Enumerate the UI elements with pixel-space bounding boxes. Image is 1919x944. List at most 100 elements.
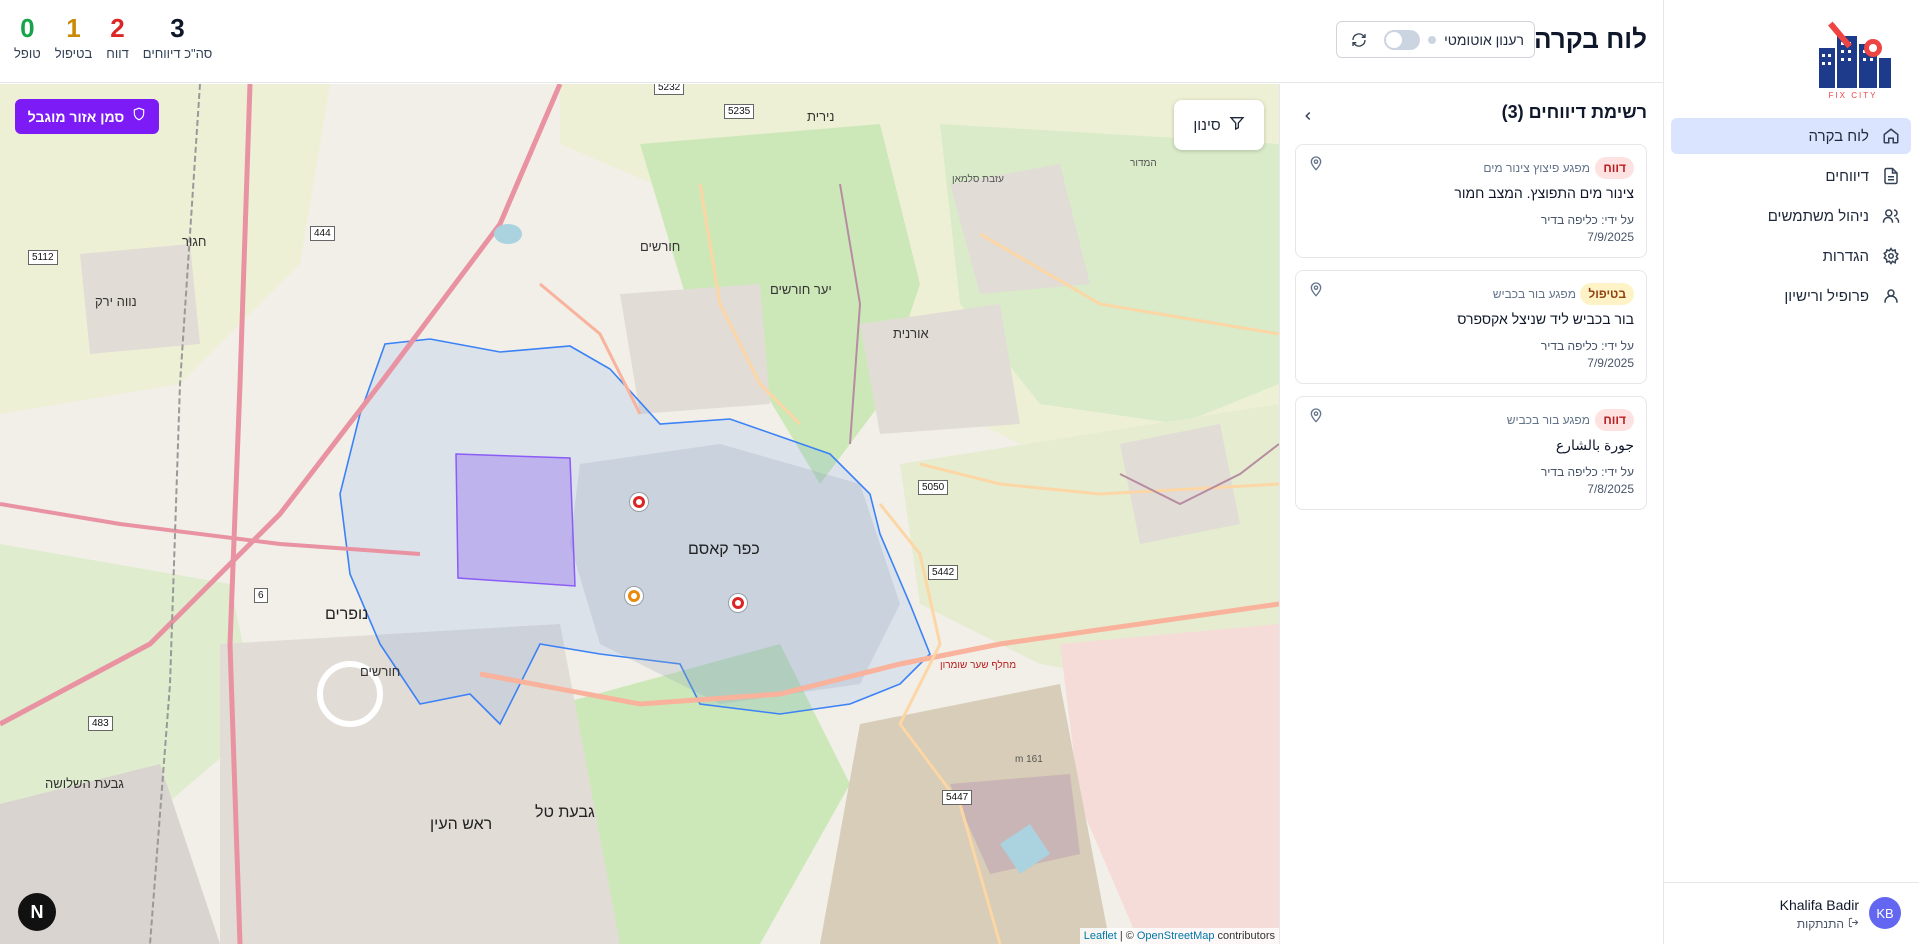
sidebar-item-label: הגדרות bbox=[1822, 247, 1869, 265]
logout-button[interactable]: התנתקות bbox=[1797, 917, 1859, 931]
page-title: לוח בקרה bbox=[1533, 24, 1647, 54]
report-card[interactable]: בטיפול מפגע בור בכביש בור בכביש ליד שניצ… bbox=[1295, 270, 1647, 384]
auto-refresh-label: רענון אוטומטי bbox=[1444, 31, 1524, 48]
map-label-oranit: אורנית bbox=[893, 326, 929, 341]
report-marker[interactable] bbox=[729, 594, 747, 612]
report-marker[interactable] bbox=[630, 493, 648, 511]
panel-title: רשימת דיווחים (3) bbox=[1501, 102, 1647, 122]
location-pin-icon[interactable] bbox=[1308, 281, 1326, 299]
road-shield: 5235 bbox=[724, 104, 755, 119]
report-date: 7/8/2025 bbox=[1587, 482, 1634, 496]
report-card[interactable]: דווח מפגע בור בכביש جورة بالشارع על ידי:… bbox=[1295, 396, 1647, 510]
stat-in-progress: 1 בטיפול bbox=[55, 12, 93, 61]
map-tiles bbox=[0, 84, 1279, 944]
report-author: על ידי: כליפה בדיר bbox=[1540, 465, 1634, 479]
road-shield: 5112 bbox=[28, 250, 58, 265]
sidebar-item-label: לוח בקרה bbox=[1808, 127, 1869, 145]
users-icon bbox=[1881, 206, 1901, 226]
road-shield: 483 bbox=[88, 716, 113, 731]
stat-label: בטיפול bbox=[54, 46, 93, 61]
report-title: جورة بالشارع bbox=[1555, 437, 1634, 453]
location-pin-icon[interactable] bbox=[1308, 407, 1326, 425]
map-label-horshim: חורשים bbox=[360, 664, 401, 679]
road-shield: 5050 bbox=[918, 480, 949, 495]
sidebar-item-label: דיווחים bbox=[1825, 167, 1869, 185]
map-label-junction: מחלף שער שומרון bbox=[940, 660, 1017, 671]
stat-label: דווח bbox=[106, 46, 129, 61]
report-title: בור בכביש ליד שניצל אקספרס bbox=[1457, 311, 1634, 327]
user-icon bbox=[1881, 286, 1901, 306]
svg-text:FIX CITY: FIX CITY bbox=[1829, 91, 1878, 100]
map-label-forest: יער חורשים bbox=[770, 282, 832, 297]
map-label-elevation: 161 m bbox=[1015, 754, 1043, 765]
report-card[interactable]: דווח מפגע פיצוץ צינור מים צינור מים התפו… bbox=[1295, 144, 1647, 258]
sidebar: FIX CITY לוח בקרה דיווחים ניהול משתמשים bbox=[1663, 0, 1919, 944]
report-date: 7/9/2025 bbox=[1587, 230, 1634, 244]
attribution-contributors: contributors bbox=[1217, 930, 1275, 942]
report-category: מפגע בור בכביש bbox=[1506, 413, 1590, 427]
map-label-nirit: נירית bbox=[807, 109, 835, 124]
auto-refresh-toggle[interactable] bbox=[1384, 29, 1421, 50]
sidebar-item-label: ניהול משתמשים bbox=[1767, 207, 1869, 225]
report-title: צינור מים התפוצץ. המצב חמור bbox=[1454, 185, 1634, 201]
map-label-rosh-haayin: ראש העין bbox=[430, 816, 493, 833]
logout-label: התנתקות bbox=[1796, 917, 1844, 931]
map-label-azza: עזבת סלמאן bbox=[952, 174, 1004, 185]
map[interactable]: כפר קאסם נופרים חורשים חורשים נירית יער … bbox=[0, 84, 1279, 944]
header: לוח בקרה רענון אוטומטי 0 טופל 1 בטיפול 2… bbox=[0, 0, 1663, 83]
sidebar-item-profile[interactable]: פרופיל ורישיון bbox=[1671, 278, 1911, 314]
stat-total: 3 סה"כ דיווחים bbox=[143, 12, 213, 61]
auto-refresh-status-dot bbox=[1428, 35, 1437, 44]
refresh-button[interactable] bbox=[1347, 28, 1371, 52]
reports-panel: רשימת דיווחים (3) דווח מפגע פיצוץ צינור … bbox=[1279, 84, 1663, 944]
road-shield: 6 bbox=[254, 588, 268, 603]
report-author: על ידי: כליפה בדיר bbox=[1540, 339, 1634, 353]
map-label-givat-hashlosha: גבעת השלושה bbox=[45, 776, 124, 791]
stat-value: 3 bbox=[170, 13, 185, 43]
sidebar-item-users[interactable]: ניהול משתמשים bbox=[1671, 198, 1911, 234]
logout-icon bbox=[1848, 917, 1859, 931]
stat-value: 1 bbox=[66, 13, 81, 43]
stat-reported: 2 דווח bbox=[106, 12, 129, 61]
road-shield: 5232 bbox=[654, 84, 685, 95]
sidebar-item-dashboard[interactable]: לוח בקרה bbox=[1671, 118, 1911, 154]
user-name: Khalifa Badir bbox=[1779, 897, 1859, 913]
map-label-hamadior: המדור bbox=[1130, 158, 1157, 169]
mark-restricted-zone-button[interactable]: סמן אזור מוגבל bbox=[15, 99, 159, 134]
map-orientation-button[interactable]: N bbox=[18, 893, 56, 931]
stat-label: טופל bbox=[14, 46, 41, 61]
road-shield: 444 bbox=[310, 226, 335, 241]
report-date: 7/9/2025 bbox=[1587, 356, 1634, 370]
map-label-givat-tal: גבעת טל bbox=[535, 804, 595, 821]
user-box: KB Khalifa Badir התנתקות bbox=[1664, 882, 1919, 944]
report-marker[interactable] bbox=[625, 587, 643, 605]
chevron-left-icon bbox=[1305, 111, 1311, 121]
map-label-kafr-qasim: כפר קאסם bbox=[688, 541, 760, 558]
filter-icon bbox=[1229, 115, 1245, 136]
shield-icon bbox=[132, 107, 146, 126]
stat-label: סה"כ דיווחים bbox=[142, 46, 213, 61]
sidebar-item-reports[interactable]: דיווחים bbox=[1671, 158, 1911, 194]
status-badge: בטיפול bbox=[1580, 283, 1634, 305]
map-label-hagar: חגור bbox=[182, 234, 207, 249]
fix-city-logo: FIX CITY bbox=[1811, 14, 1895, 100]
sidebar-item-settings[interactable]: הגדרות bbox=[1671, 238, 1911, 274]
map-label-neve-yarak: נווה ירק bbox=[95, 294, 137, 309]
status-badge: דווח bbox=[1595, 409, 1634, 431]
stat-value: 2 bbox=[110, 13, 125, 43]
filter-button[interactable]: סינון bbox=[1174, 100, 1264, 150]
leaflet-link[interactable]: Leaflet bbox=[1084, 930, 1117, 942]
mark-zone-label: סמן אזור מוגבל bbox=[27, 108, 125, 125]
map-label-horshim: חורשים bbox=[640, 239, 681, 254]
stat-resolved: 0 טופל bbox=[14, 12, 41, 61]
map-attribution: Leaflet | © OpenStreetMap contributors bbox=[1079, 928, 1279, 944]
osm-link[interactable]: OpenStreetMap bbox=[1137, 930, 1215, 942]
location-pin-icon[interactable] bbox=[1308, 155, 1326, 173]
panel-collapse-button[interactable] bbox=[1298, 106, 1318, 126]
auto-refresh-control: רענון אוטומטי bbox=[1336, 21, 1535, 58]
avatar[interactable]: KB bbox=[1869, 897, 1901, 929]
stat-value: 0 bbox=[20, 13, 35, 43]
filter-label: סינון bbox=[1193, 116, 1221, 134]
road-shield: 5447 bbox=[942, 790, 973, 805]
home-icon bbox=[1881, 126, 1901, 146]
